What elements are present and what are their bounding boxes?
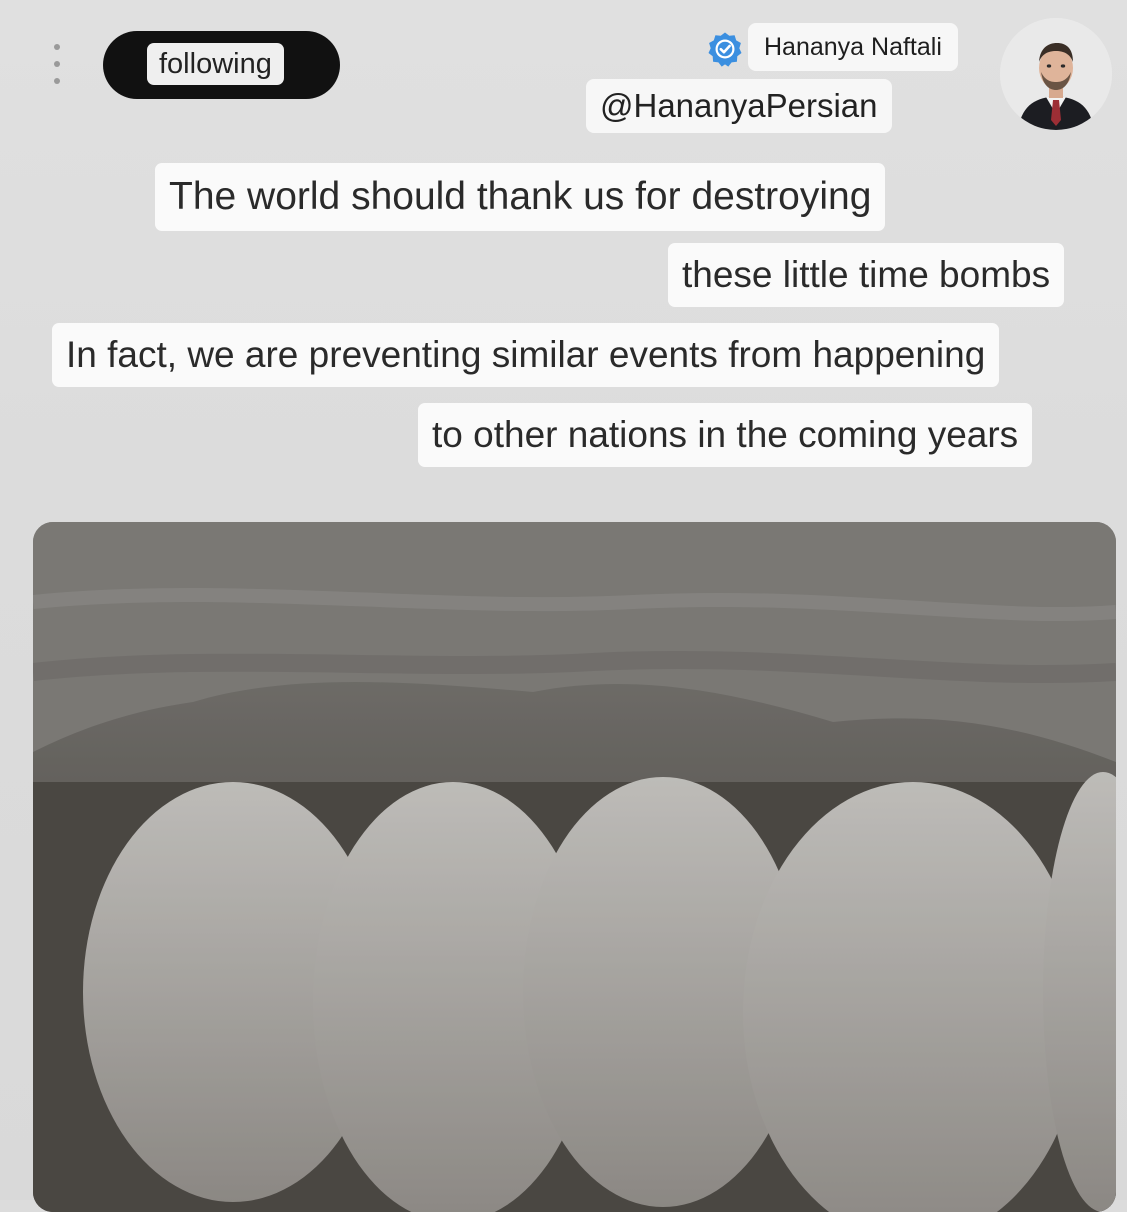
following-button[interactable]: following xyxy=(103,31,340,99)
avatar[interactable] xyxy=(1000,18,1112,130)
post-text-line-3: In fact, we are preventing similar event… xyxy=(52,323,1000,387)
display-name[interactable]: Hananya Naftali xyxy=(748,23,958,71)
post-photo[interactable] xyxy=(33,522,1116,1212)
post-text-line-1: The world should thank us for destroying xyxy=(155,163,886,231)
post-photo-image xyxy=(33,522,1116,1212)
avatar-image xyxy=(1000,18,1112,130)
verified-badge-icon xyxy=(708,32,742,67)
post-text-line-4: to other nations in the coming years xyxy=(418,403,1033,467)
post-text-line-2: these little time bombs xyxy=(668,243,1065,307)
more-dot xyxy=(54,78,60,84)
post-screen: following Hananya Naftali @HananyaPersia… xyxy=(0,0,1127,1212)
user-handle[interactable]: @HananyaPersian xyxy=(586,79,892,133)
more-dot xyxy=(54,44,60,50)
more-dot xyxy=(54,61,60,67)
more-options-icon[interactable] xyxy=(50,44,64,84)
following-button-label: following xyxy=(147,43,284,85)
